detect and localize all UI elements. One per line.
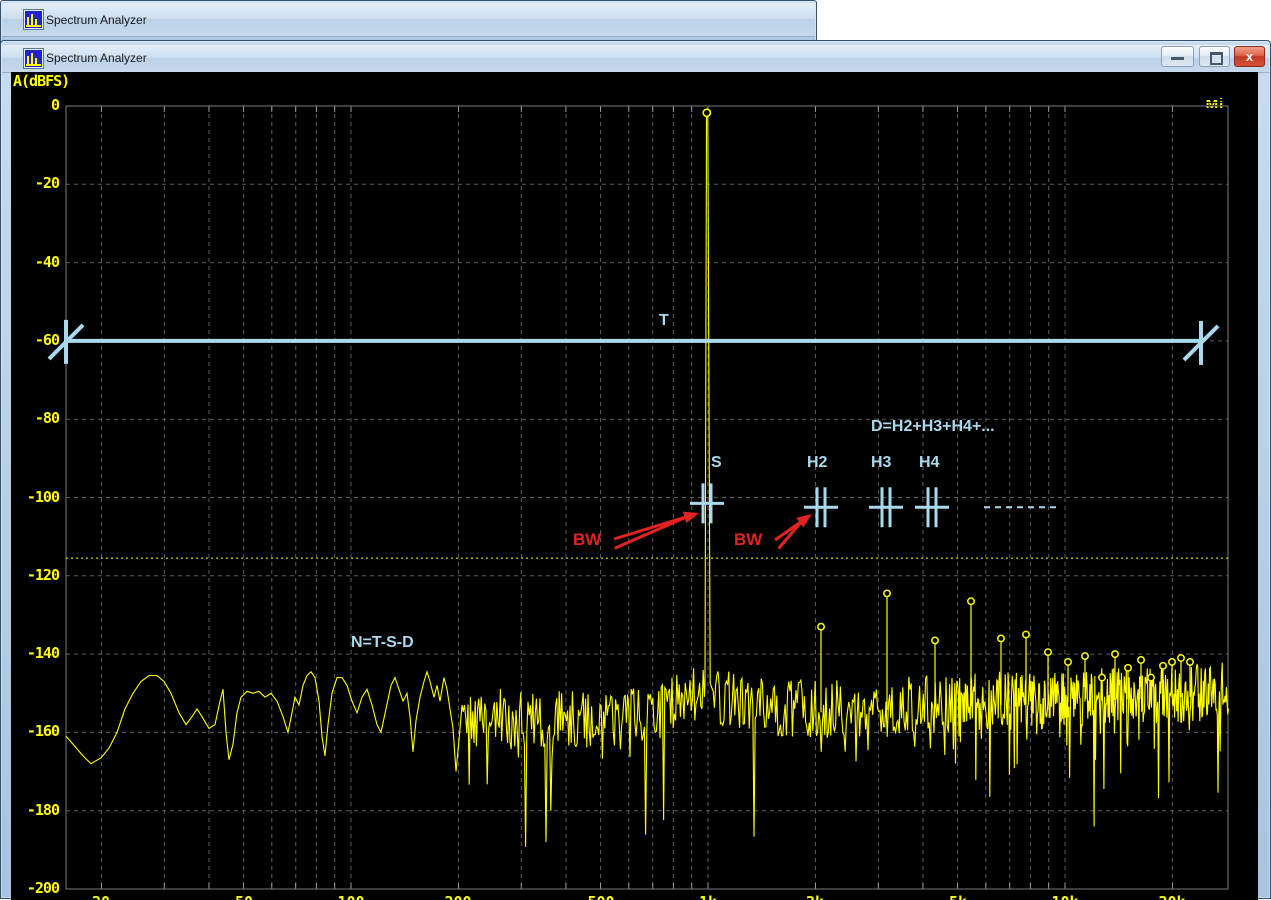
harmonic-marker bbox=[818, 623, 824, 629]
h3-label: H3 bbox=[871, 454, 891, 472]
harmonic-marker bbox=[1148, 674, 1154, 680]
maximize-icon bbox=[1210, 52, 1223, 65]
harmonic-marker bbox=[1112, 651, 1118, 657]
titlebar[interactable]: Spectrum Analyzer bbox=[2, 45, 1269, 73]
harmonic-marker bbox=[1138, 657, 1144, 663]
window-title: Spectrum Analyzer bbox=[46, 13, 147, 27]
h4-label: H4 bbox=[919, 454, 939, 472]
bw-label-2: BW bbox=[734, 530, 762, 550]
y-axis-tick-label: -100 bbox=[11, 488, 59, 506]
harmonic-marker bbox=[1023, 631, 1029, 637]
main-tone-marker bbox=[703, 109, 710, 116]
window-title: Spectrum Analyzer bbox=[46, 51, 147, 65]
y-axis-tick-label: -80 bbox=[11, 409, 59, 427]
harmonic-marker bbox=[1160, 663, 1166, 669]
minimize-icon bbox=[1171, 57, 1184, 60]
y-axis-tick-label: -20 bbox=[11, 174, 59, 192]
y-axis-tick-label: -200 bbox=[11, 879, 59, 897]
harmonic-marker bbox=[1178, 655, 1184, 661]
y-axis-tick-label: 0 bbox=[11, 96, 59, 114]
harmonic-marker bbox=[1169, 659, 1175, 665]
harmonic-marker bbox=[1065, 659, 1071, 665]
t-label: T bbox=[659, 312, 669, 330]
close-icon: x bbox=[1246, 49, 1253, 64]
n-formula-label: N=T-S-D bbox=[351, 634, 414, 652]
bw-label-1: BW bbox=[573, 530, 601, 550]
maximize-button[interactable] bbox=[1199, 46, 1230, 67]
bw-arrowhead bbox=[683, 512, 699, 523]
y-axis-tick-label: -120 bbox=[11, 566, 59, 584]
s-label: S bbox=[711, 454, 722, 472]
harmonic-marker bbox=[1099, 674, 1105, 680]
harmonic-marker bbox=[998, 635, 1004, 641]
harmonic-marker bbox=[1045, 649, 1051, 655]
harmonic-marker bbox=[932, 637, 938, 643]
y-axis-tick-label: -160 bbox=[11, 722, 59, 740]
spectrum-analyzer-window: Spectrum Analyzer x A(dBFS) Mi T S H2 H3… bbox=[0, 40, 1271, 899]
harmonic-marker bbox=[1187, 659, 1193, 665]
spectrum-analyzer-app-icon bbox=[24, 49, 43, 68]
d-formula-label: D=H2+H3+H4+... bbox=[871, 418, 995, 436]
harmonic-marker bbox=[1125, 665, 1131, 671]
y-axis-tick-label: -180 bbox=[11, 801, 59, 819]
h2-label: H2 bbox=[807, 454, 827, 472]
bw-arrow bbox=[615, 517, 688, 549]
spectrum-plot bbox=[11, 72, 1258, 900]
spectrum-analyzer-app-icon bbox=[24, 10, 43, 29]
harmonic-marker bbox=[968, 598, 974, 604]
y-axis-tick-label: -140 bbox=[11, 644, 59, 662]
y-axis-tick-label: -60 bbox=[11, 331, 59, 349]
background-window-titlebar[interactable]: Spectrum Analyzer bbox=[2, 3, 815, 37]
minimize-button[interactable] bbox=[1161, 46, 1194, 67]
close-button[interactable]: x bbox=[1234, 46, 1265, 67]
y-axis-tick-label: -40 bbox=[11, 253, 59, 271]
plot-client-area: A(dBFS) Mi T S H2 H3 H4 D=H2+H3+H4+... N… bbox=[11, 72, 1258, 900]
harmonic-marker bbox=[1082, 653, 1088, 659]
harmonic-marker bbox=[884, 590, 890, 596]
spectrum-trace bbox=[66, 116, 1229, 847]
